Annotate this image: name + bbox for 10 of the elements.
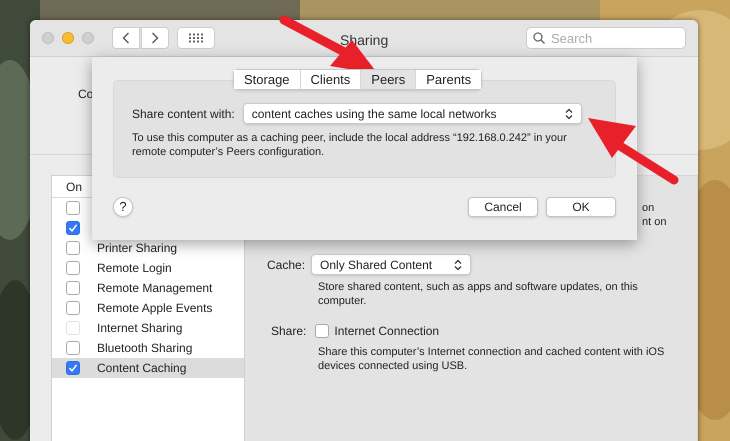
description-text: on (642, 201, 656, 215)
share-label: Share: (271, 323, 306, 340)
share-content-label: Share content with: (132, 106, 235, 122)
share-description: Share this computer’s Internet connection and cached content with iOS devices connected using USB. (318, 345, 666, 373)
cache-description: Store shared content, such as apps and software updates, on this computer. (318, 280, 639, 308)
cache-label: Cache: (267, 256, 306, 274)
window-title: Sharing (340, 31, 388, 50)
peer-note: To use this computer as a caching peer, include the local address “192.168.0.242” in your remote computer’s Peers configuration. (132, 131, 568, 159)
description-text: nt on (642, 215, 668, 229)
internet-connection-label: Internet Connection (334, 323, 440, 340)
